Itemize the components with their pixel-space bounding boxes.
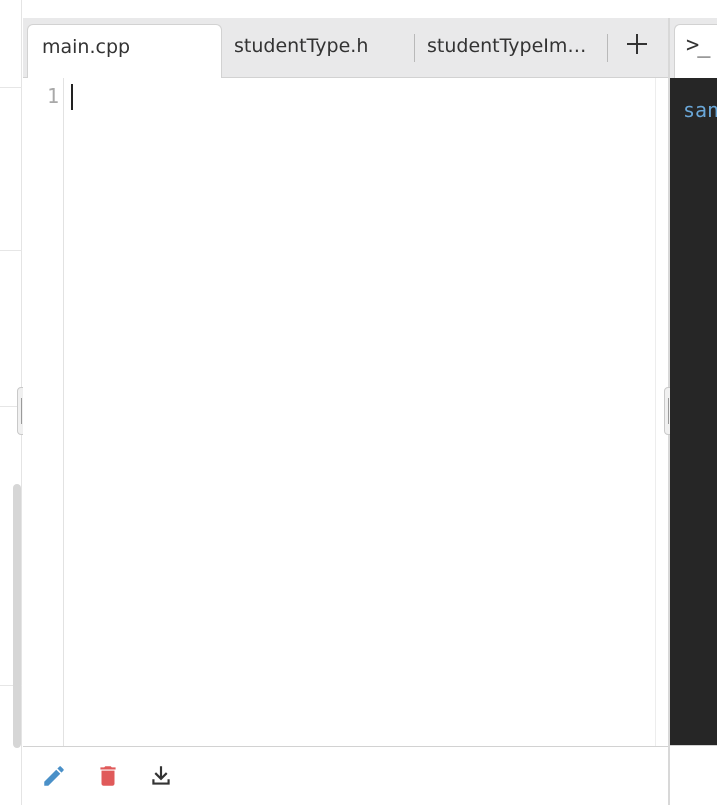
line-number-gutter: 1 (23, 78, 64, 746)
code-editor: 1 (23, 78, 669, 746)
text-cursor (71, 84, 73, 110)
line-number: 1 (46, 84, 59, 108)
terminal-icon: >_ (686, 33, 710, 58)
add-tab-button[interactable] (621, 26, 653, 62)
tab-label: studentTypeIm… (427, 35, 587, 57)
sidebar-divider (0, 87, 22, 88)
console-tab[interactable]: >_ (674, 24, 717, 78)
console-output: san (670, 78, 717, 745)
tab-divider (607, 34, 608, 62)
download-icon (152, 766, 170, 785)
code-playground: main.cpp studentType.h studentTypeIm… 1 (0, 0, 717, 805)
download-button[interactable] (148, 763, 174, 789)
sidebar-scrollbar[interactable] (13, 484, 21, 748)
code-input-area[interactable] (65, 78, 655, 746)
sidebar-divider (0, 250, 22, 251)
delete-button[interactable] (95, 763, 121, 789)
tab-studenttype-h[interactable]: studentType.h (220, 24, 410, 78)
trash-icon (100, 766, 116, 786)
file-tab-bar: main.cpp studentType.h studentTypeIm… (23, 18, 669, 78)
tab-label: studentType.h (234, 35, 369, 57)
tab-label: main.cpp (42, 36, 131, 58)
editor-toolbar (23, 746, 669, 805)
pencil-icon (44, 766, 64, 786)
console-footer (670, 745, 717, 805)
edit-button[interactable] (41, 763, 67, 789)
console-text: san (683, 98, 717, 122)
tab-main-cpp[interactable]: main.cpp (27, 24, 222, 78)
tab-studenttypeimp[interactable]: studentTypeIm… (413, 24, 601, 78)
